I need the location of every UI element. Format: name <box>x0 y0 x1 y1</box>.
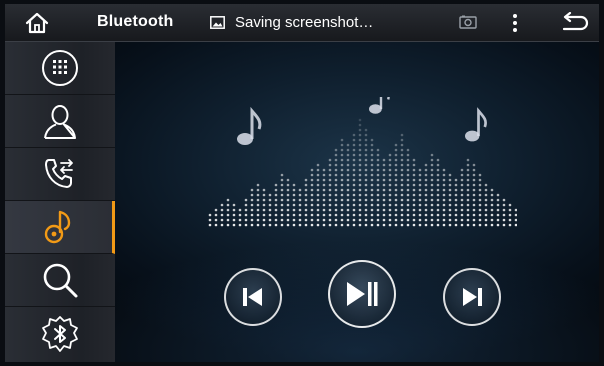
music-note-decoration <box>237 106 262 145</box>
home-icon[interactable] <box>24 10 50 36</box>
next-button[interactable] <box>443 268 501 326</box>
call-transfer-icon <box>45 159 73 188</box>
sidebar-item-music[interactable] <box>5 201 115 254</box>
previous-button[interactable] <box>224 268 282 326</box>
overflow-menu-icon[interactable] <box>508 12 522 34</box>
contact-icon <box>44 105 76 139</box>
screenshot-icon[interactable] <box>459 15 477 29</box>
music-note-decoration <box>369 97 390 114</box>
skip-next-icon <box>463 288 482 306</box>
skip-previous-icon <box>243 288 262 306</box>
music-player-panel <box>115 42 599 362</box>
image-icon <box>210 16 225 29</box>
sidebar-item-bluetooth-settings[interactable] <box>5 307 115 362</box>
sidebar-item-contacts[interactable] <box>5 95 115 148</box>
playback-controls <box>115 252 599 332</box>
sidebar-item-search[interactable] <box>5 254 115 307</box>
sidebar <box>5 42 115 362</box>
dialpad-icon <box>42 50 78 86</box>
status-bar: Bluetooth Saving screenshot… <box>5 4 599 42</box>
back-icon[interactable] <box>561 11 589 34</box>
play-pause-icon <box>347 282 378 306</box>
music-note-decoration <box>465 107 487 142</box>
music-note-icon <box>44 210 70 244</box>
app-window: Bluetooth Saving screenshot… <box>0 0 604 366</box>
equalizer-visual <box>208 97 517 227</box>
app-title: Bluetooth <box>97 13 174 30</box>
search-icon <box>43 263 78 298</box>
notification-text: Saving screenshot… <box>235 14 374 31</box>
sidebar-item-dialpad[interactable] <box>5 42 115 95</box>
play-pause-button[interactable] <box>328 260 396 328</box>
sidebar-item-call-log[interactable] <box>5 148 115 201</box>
bluetooth-settings-icon <box>42 315 78 352</box>
